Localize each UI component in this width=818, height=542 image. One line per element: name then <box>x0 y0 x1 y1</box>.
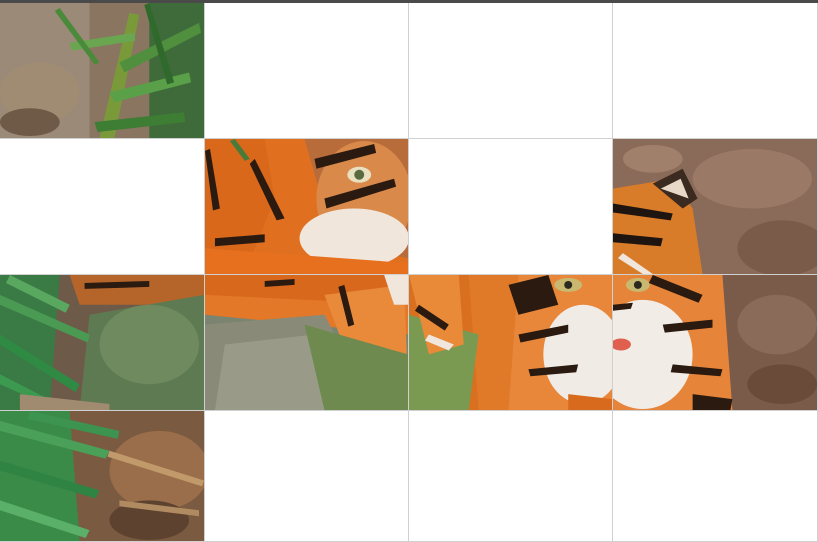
puzzle-tile-r2-c0[interactable] <box>0 275 205 411</box>
puzzle-tile-r0-c0[interactable] <box>0 3 205 139</box>
puzzle-tile-r3-c1[interactable] <box>205 411 409 542</box>
puzzle-tile-r0-c3[interactable] <box>613 3 818 139</box>
puzzle-tile-r3-c2[interactable] <box>409 411 613 542</box>
tile-image-tiger-face-right <box>613 275 817 410</box>
puzzle-tile-r0-c1[interactable] <box>205 3 409 139</box>
puzzle-tile-r2-c3[interactable] <box>613 275 818 411</box>
tile-image-tiger-paw-rock <box>205 275 408 410</box>
tile-image-leaves-grass <box>0 3 204 138</box>
puzzle-board <box>0 3 818 542</box>
tile-image-tiger-face-left <box>409 275 612 410</box>
tile-image-tiger-shoulder-eye <box>205 139 408 274</box>
puzzle-tile-r2-c2[interactable] <box>409 275 613 411</box>
puzzle-tile-r3-c3[interactable] <box>613 411 818 542</box>
puzzle-tile-r2-c1[interactable] <box>205 275 409 411</box>
tile-image-leaves-rock <box>0 275 204 410</box>
puzzle-tile-r3-c0[interactable] <box>0 411 205 542</box>
puzzle-tile-r1-c3[interactable] <box>613 139 818 275</box>
puzzle-tile-r0-c2[interactable] <box>409 3 613 139</box>
puzzle-tile-r1-c1[interactable] <box>205 139 409 275</box>
tile-image-tiger-ear-leaves <box>613 139 817 274</box>
puzzle-tile-r1-c2[interactable] <box>409 139 613 275</box>
puzzle-tile-r1-c0[interactable] <box>0 139 205 275</box>
tile-image-leaves-ground <box>0 411 204 541</box>
